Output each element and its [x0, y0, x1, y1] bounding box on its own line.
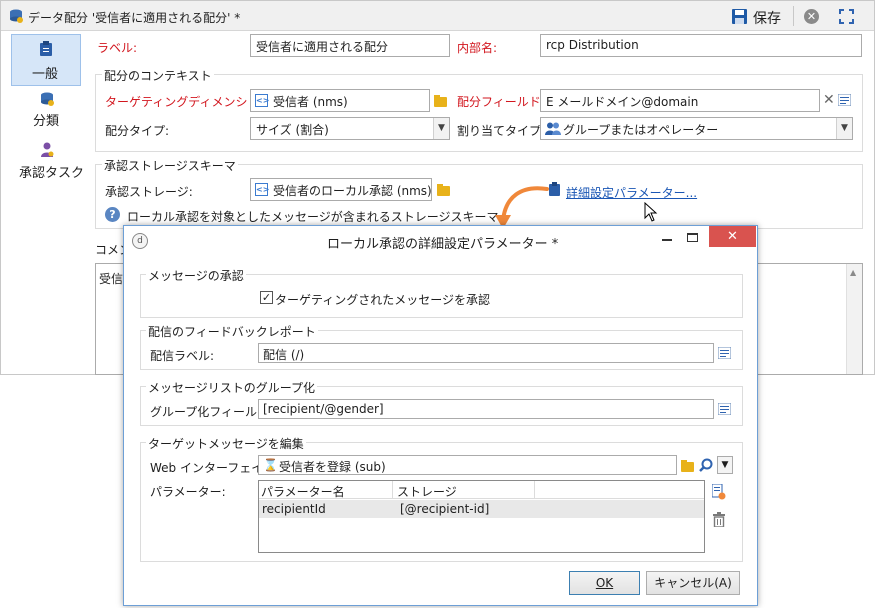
clipboard-icon: [40, 41, 52, 56]
column-divider: [534, 481, 535, 499]
label-caption: ラベル:: [97, 41, 138, 55]
folder-icon[interactable]: [437, 184, 450, 196]
context-group: [95, 74, 863, 152]
storage-section-title: 承認ストレージスキーマ: [102, 157, 238, 174]
assignment-type-value: グループまたはオペレーター: [563, 123, 719, 137]
group-icon: [545, 122, 561, 135]
assignment-type-caption: 割り当てタイプ:: [457, 124, 546, 138]
approval-storage-caption: 承認ストレージ:: [105, 185, 193, 199]
folder-icon[interactable]: [434, 95, 447, 107]
distribution-field-input[interactable]: E メールドメイン@domain: [540, 89, 820, 112]
parameters-table: パラメーター名 ストレージ recipientId [@recipient-id…: [258, 480, 705, 553]
close-button[interactable]: ✕: [709, 226, 756, 247]
mouse-pointer-icon: [644, 201, 658, 222]
help-icon: ?: [105, 207, 120, 222]
search-icon[interactable]: [699, 458, 713, 472]
approval-storage-value: 受信者のローカル承認 (nms): [273, 184, 432, 198]
column-header-storage[interactable]: ストレージ: [397, 483, 457, 500]
advanced-parameters-dialog: d ローカル承認の詳細設定パラメーター * ✕ メッセージの承認 ✓ ターゲティ…: [123, 225, 758, 606]
schema-icon: <>: [255, 183, 270, 196]
sidebar-item-general[interactable]: 一般: [11, 34, 81, 86]
dialog-title: ローカル承認の詳細設定パラメーター *: [327, 237, 559, 252]
expand-icon[interactable]: [839, 9, 854, 24]
feedback-section-title: 配信のフィードバックレポート: [146, 323, 318, 340]
web-interface-value: 受信者を登録 (sub): [279, 460, 386, 474]
edit-expression-icon[interactable]: [717, 346, 732, 360]
approve-checkbox-label[interactable]: ターゲティングされたメッセージを承認: [275, 291, 490, 308]
comment-text: 受信: [99, 272, 124, 286]
trash-icon[interactable]: [713, 512, 725, 528]
annotation-arrow: [491, 181, 551, 231]
app-icon: d: [132, 233, 148, 249]
ok-button[interactable]: OK: [569, 571, 640, 595]
label-field[interactable]: 受信者に適用される配分: [250, 34, 450, 57]
targeting-dimension-value: 受信者 (nms): [273, 95, 348, 109]
toolbar-divider: [793, 6, 794, 26]
title-bar: データ配分 '受信者に適用される配分' * 保存 ✕: [1, 1, 874, 31]
chevron-down-icon: ▼: [836, 118, 852, 139]
ok-button-label: OK: [595, 576, 614, 590]
chevron-down-icon: ▼: [433, 118, 449, 139]
sidebar-item-label: 分類: [33, 114, 60, 129]
delivery-label-field[interactable]: 配信 (/): [258, 343, 714, 363]
delivery-label-caption: 配信ラベル:: [150, 349, 215, 363]
save-icon[interactable]: [732, 9, 747, 24]
cell-parameter-name: recipientId: [262, 502, 326, 516]
sidebar: 一般 分類 承認タスク: [11, 32, 86, 372]
storage-help-text: ローカル承認を対象としたメッセージが含まれるストレージスキーマ: [127, 210, 499, 224]
grouping-field-input[interactable]: [recipient/@gender]: [258, 399, 714, 419]
edit-section-title: ターゲットメッセージを編集: [146, 435, 306, 452]
sidebar-item-classification[interactable]: 分類: [11, 90, 81, 130]
edit-expression-icon[interactable]: [717, 402, 732, 416]
close-circle-icon[interactable]: ✕: [804, 9, 819, 24]
cell-storage: [@recipient-id]: [400, 502, 490, 516]
schema-icon: <>: [255, 94, 270, 107]
scroll-up-icon[interactable]: ▲: [850, 268, 856, 277]
approval-storage-field[interactable]: <> 受信者のローカル承認 (nms): [250, 178, 432, 201]
grouping-section-title: メッセージリストのグループ化: [146, 379, 318, 396]
hourglass-icon: ⌛: [263, 458, 278, 472]
scrollbar[interactable]: ▲: [846, 264, 862, 374]
grouping-field-caption: グループ化フィールド:: [150, 405, 274, 419]
clear-icon[interactable]: ✕: [823, 93, 835, 107]
sidebar-item-approval-tasks[interactable]: 承認タスク: [11, 140, 85, 181]
distribution-type-select[interactable]: サイズ (割合) ▼: [250, 117, 450, 140]
maximize-icon[interactable]: [687, 233, 698, 242]
sidebar-item-label: 承認タスク: [19, 166, 85, 181]
distribution-field-caption: 配分フィールド:: [457, 95, 545, 109]
web-interface-field[interactable]: ⌛ 受信者を登録 (sub): [258, 455, 677, 475]
save-button[interactable]: 保存: [753, 8, 781, 28]
edit-expression-icon[interactable]: [837, 93, 852, 107]
distribution-type-caption: 配分タイプ:: [105, 124, 170, 138]
database-icon: [40, 92, 54, 106]
cancel-button[interactable]: キャンセル(A): [646, 571, 740, 595]
sidebar-item-label: 一般: [32, 67, 59, 82]
assignment-type-select[interactable]: グループまたはオペレーター ▼: [540, 117, 853, 140]
internal-name-field[interactable]: rcp Distribution: [540, 34, 862, 57]
context-section-title: 配分のコンテキスト: [102, 67, 214, 84]
minimize-icon[interactable]: [662, 239, 672, 241]
chevron-down-icon[interactable]: ▼: [717, 456, 733, 474]
targeting-dimension-field[interactable]: <> 受信者 (nms): [250, 89, 430, 112]
person-icon: [40, 142, 54, 157]
internal-name-caption: 内部名:: [457, 41, 498, 55]
distribution-type-value: サイズ (割合): [256, 123, 329, 137]
approve-checkbox[interactable]: ✓: [260, 291, 273, 304]
dialog-title-bar: d ローカル承認の詳細設定パラメーター * ✕: [124, 226, 757, 256]
folder-icon[interactable]: [681, 460, 694, 472]
database-icon: [9, 9, 23, 23]
column-header-name[interactable]: パラメーター名: [261, 483, 345, 500]
table-header: パラメーター名 ストレージ: [259, 481, 704, 499]
approval-section-title: メッセージの承認: [146, 267, 246, 284]
table-row[interactable]: recipientId [@recipient-id]: [259, 500, 704, 518]
column-divider: [392, 481, 393, 499]
advanced-parameters-link[interactable]: 詳細設定パラメーター...: [566, 184, 697, 201]
window-title: データ配分 '受信者に適用される配分' *: [28, 11, 241, 25]
add-parameter-icon[interactable]: [711, 483, 726, 500]
parameters-caption: パラメーター:: [150, 485, 226, 499]
